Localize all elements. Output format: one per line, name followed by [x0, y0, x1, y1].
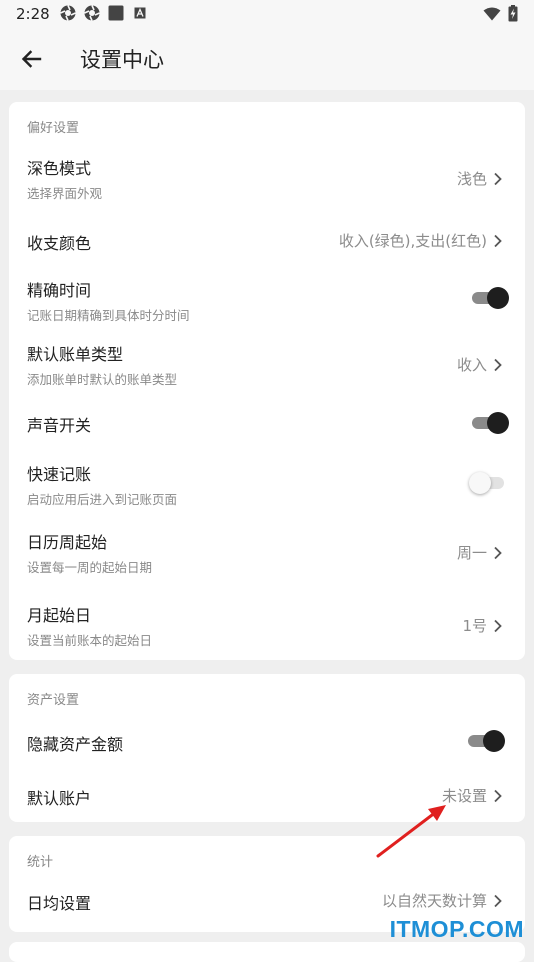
section-title-assets: 资产设置	[27, 693, 80, 708]
setting-subtitle: 启动应用后进入到记账页面	[27, 492, 178, 507]
setting-title: 日均设置	[27, 894, 92, 913]
setting-title: 快速记账	[27, 465, 92, 484]
setting-title: 月起始日	[27, 606, 92, 625]
page-title: 设置中心	[80, 48, 164, 72]
setting-value: 收入(绿色),支出(红色)	[338, 232, 487, 250]
setting-title: 隐藏资产金额	[27, 735, 124, 754]
sound-toggle[interactable]	[469, 410, 509, 436]
status-bar: 2:28	[0, 0, 534, 28]
setting-precise-time: 精确时间 记账日期精确到具体时分时间	[9, 274, 525, 328]
setting-title: 深色模式	[27, 159, 92, 178]
setting-quick-entry: 快速记账 启动应用后进入到记账页面	[9, 458, 525, 512]
setting-title: 默认账户	[27, 789, 92, 808]
chevron-right-icon	[494, 894, 502, 907]
chevron-right-icon	[494, 619, 502, 632]
setting-default-bill-type[interactable]: 默认账单类型 添加账单时默认的账单类型 收入	[9, 338, 525, 392]
quick-entry-toggle[interactable]	[469, 470, 509, 496]
chevron-right-icon	[494, 234, 502, 247]
battery-charging-icon	[508, 5, 518, 22]
status-time: 2:28	[16, 5, 50, 23]
preferences-card: 偏好设置 深色模式 选择界面外观 浅色 收支颜色 收入(绿色),支出(红色) 精…	[9, 102, 525, 660]
app-bar: 设置中心	[0, 28, 534, 90]
app-notification-icon	[60, 5, 76, 21]
annotation-arrow-icon	[376, 805, 446, 858]
back-button[interactable]	[16, 45, 48, 73]
setting-value: 收入	[456, 356, 487, 374]
wifi-icon	[483, 7, 501, 21]
setting-dark-mode[interactable]: 深色模式 选择界面外观 浅色	[9, 146, 525, 206]
section-title-preferences: 偏好设置	[27, 121, 80, 136]
chevron-right-icon	[494, 172, 502, 185]
setting-title: 声音开关	[27, 416, 92, 435]
font-notification-icon	[134, 7, 146, 19]
setting-hide-amount: 隐藏资产金额	[9, 722, 525, 762]
setting-value: 浅色	[456, 170, 487, 188]
next-card-edge	[9, 942, 525, 962]
chevron-right-icon	[494, 358, 502, 371]
setting-subtitle: 选择界面外观	[27, 186, 103, 201]
setting-title: 收支颜色	[27, 234, 92, 253]
setting-sound: 声音开关	[9, 402, 525, 446]
app-notification-icon	[84, 5, 100, 21]
setting-subtitle: 设置当前账本的起始日	[27, 633, 153, 648]
setting-month-start[interactable]: 月起始日 设置当前账本的起始日 1号	[9, 599, 525, 653]
setting-subtitle: 添加账单时默认的账单类型	[27, 372, 178, 387]
setting-week-start[interactable]: 日历周起始 设置每一周的起始日期 周一	[9, 526, 525, 580]
arrow-left-icon	[21, 50, 42, 68]
section-title-statistics: 统计	[27, 855, 54, 870]
setting-subtitle: 记账日期精确到具体时分时间	[27, 308, 190, 323]
setting-title: 精确时间	[27, 281, 92, 300]
setting-income-expense-color[interactable]: 收支颜色 收入(绿色),支出(红色)	[9, 217, 525, 263]
setting-title: 日历周起始	[27, 533, 108, 552]
setting-value: 以自然天数计算	[381, 892, 487, 910]
setting-subtitle: 设置每一周的起始日期	[27, 560, 153, 575]
chevron-right-icon	[494, 546, 502, 559]
setting-title: 默认账单类型	[27, 345, 124, 364]
watermark-logo: ITMOP.COM	[389, 916, 524, 942]
chevron-right-icon	[494, 789, 502, 802]
precise-time-toggle[interactable]	[469, 285, 509, 311]
setting-value: 周一	[456, 544, 487, 562]
setting-value: 1号	[462, 617, 487, 635]
square-notification-icon	[108, 5, 124, 21]
hide-amount-toggle[interactable]	[465, 728, 505, 754]
